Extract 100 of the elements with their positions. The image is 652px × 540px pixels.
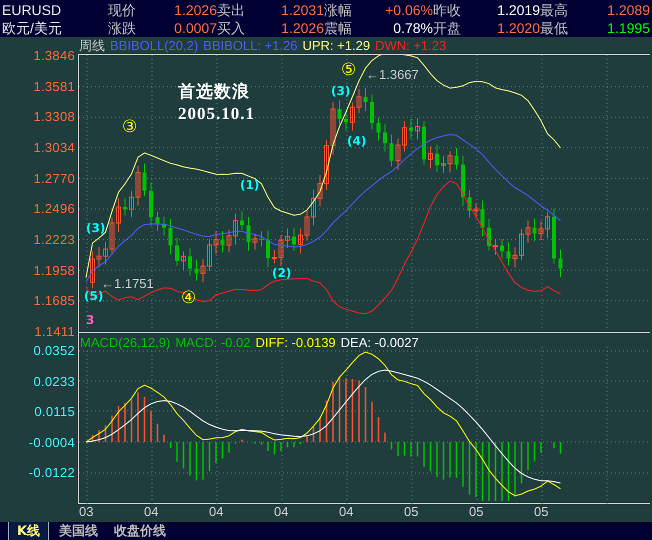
candlestick — [156, 212, 160, 232]
candlestick — [266, 230, 270, 268]
candlestick — [304, 210, 310, 242]
date-axis-label: 04 — [209, 504, 224, 520]
candlestick — [129, 190, 134, 218]
candlestick — [506, 242, 510, 266]
price-axis-label: 1.2223 — [32, 232, 75, 247]
candlestick — [175, 237, 179, 266]
chart-type-tab[interactable]: K线 — [8, 522, 50, 540]
candlestick — [415, 118, 420, 140]
candlestick — [519, 228, 524, 261]
candlestick — [103, 241, 108, 266]
candlestick — [233, 213, 238, 246]
macd-axis-label: 0.0115 — [33, 405, 75, 419]
price-marker: ←1.1751 — [101, 277, 154, 290]
candlestick — [512, 246, 518, 268]
candlestick — [207, 238, 212, 272]
candlestick — [383, 124, 387, 152]
candlestick — [226, 229, 232, 253]
candlestick — [441, 155, 446, 174]
candlestick — [136, 165, 140, 206]
date-axis-label: 05 — [404, 504, 420, 520]
candlestick — [96, 246, 102, 268]
candlestick — [116, 198, 121, 233]
macd-axis-label: -0.0004 — [28, 436, 75, 450]
candlestick — [370, 94, 374, 130]
candlestick — [220, 230, 224, 253]
candlestick — [194, 259, 198, 282]
wave-label: 3 — [86, 314, 94, 326]
date-axis-label: 03 — [79, 504, 94, 520]
candlestick — [454, 147, 458, 170]
candlestick — [240, 210, 244, 230]
candlestick — [338, 100, 342, 126]
candlestick — [402, 120, 407, 152]
date-axis-label: 04 — [339, 504, 354, 520]
price-axis-label: 1.2496 — [32, 202, 75, 216]
date-axis-label: 04 — [274, 504, 290, 520]
candlestick — [526, 220, 530, 244]
wave-label: ⑤ — [341, 62, 356, 79]
candlestick — [324, 139, 329, 190]
symbol-name: 欧元/美元 — [1, 19, 63, 37]
candlestick — [278, 234, 284, 267]
indicator-value: DWN: +1.23 — [375, 38, 446, 54]
candlestick — [311, 189, 316, 226]
candlestick — [461, 155, 465, 207]
quote-value: 1.2026 — [173, 1, 217, 19]
candlestick — [285, 228, 290, 248]
candlestick — [318, 174, 322, 207]
chart-type-tab[interactable]: 美国线 — [53, 522, 104, 540]
candlestick — [364, 87, 368, 112]
quote-label: 买入 — [217, 19, 246, 37]
macd-axis-label: 0.0352 — [32, 344, 75, 358]
quote-value: 1.2026 — [280, 19, 324, 37]
candlestick — [552, 208, 556, 264]
quote-label: 最高 — [540, 1, 569, 19]
candlestick — [162, 216, 166, 236]
candlestick — [538, 220, 544, 241]
date-axis-label: 04 — [144, 504, 160, 520]
price-axis-label: 1.3846 — [32, 49, 75, 63]
candlestick — [214, 230, 218, 254]
indicator-value: DEA: -0.0027 — [340, 335, 419, 350]
price-axis-label: 1.3581 — [32, 80, 75, 94]
indicator-value: BBIBOLL: +1.26 — [203, 38, 298, 54]
quote-value: +0.06% — [384, 1, 433, 19]
candlestick — [188, 248, 192, 276]
indicator-value: UPR: +1.29 — [302, 38, 370, 54]
candlestick — [448, 150, 452, 173]
quote-value: 1.2020 — [496, 19, 540, 37]
quote-label: 涨跌 — [108, 19, 137, 37]
chart-caption: 2005.10.1 — [178, 105, 255, 122]
candlestick — [252, 233, 258, 250]
indicator-value: BBIBOLL(20,2) — [110, 38, 198, 54]
candlestick — [493, 238, 498, 256]
quote-label: 开盘 — [433, 19, 462, 37]
wave-label: (3) — [331, 85, 350, 97]
candlestick — [468, 190, 472, 218]
chart-type-tab[interactable]: 收盘价线 — [108, 522, 172, 540]
quote-label: 最低 — [540, 19, 569, 37]
wave-label: ③ — [122, 119, 138, 136]
candlestick — [356, 88, 362, 114]
candlestick — [181, 251, 186, 270]
indicator-value: MACD(26,12,9) — [80, 335, 170, 350]
candlestick — [168, 218, 172, 255]
price-axis-label: 1.1685 — [32, 294, 75, 308]
candlestick — [396, 138, 400, 170]
wave-label: (1) — [240, 179, 260, 191]
candlestick — [545, 211, 550, 238]
candlestick — [409, 118, 413, 140]
candlestick — [246, 216, 250, 252]
candlestick — [344, 110, 348, 132]
candlestick — [480, 200, 484, 238]
candlestick — [149, 182, 153, 227]
chart-caption: 首选数浪 — [178, 83, 250, 100]
candlestick — [390, 134, 394, 167]
candlestick — [487, 218, 491, 251]
wave-label: (4) — [347, 135, 366, 147]
price-axis-label: 1.3308 — [32, 110, 75, 124]
quote-label: 震幅 — [324, 19, 353, 37]
candlestick — [532, 218, 536, 242]
candlestick — [435, 144, 439, 172]
